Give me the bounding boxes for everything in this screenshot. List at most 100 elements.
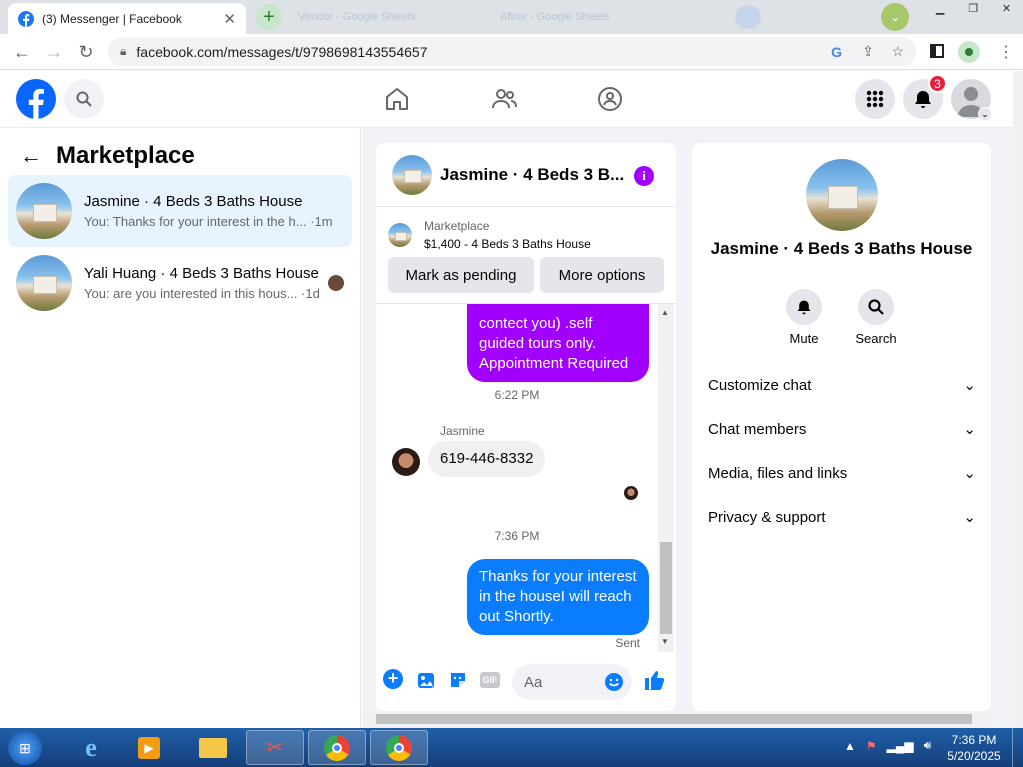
windows-taskbar: ⊞ e ▶ ✂ ▲ ⚑ ▂▄▆ 🔊︎ 7:36 PM 5/20/2025 xyxy=(0,728,1023,767)
tab-close-icon[interactable]: ✕ xyxy=(223,10,236,28)
marketplace-header: ← Marketplace xyxy=(20,142,195,170)
tab-vendor[interactable]: Vendor - Google Sheets xyxy=(298,8,415,26)
clock[interactable]: 7:36 PM 5/20/2025 xyxy=(940,732,1008,764)
minimize-icon[interactable]: ▁ xyxy=(936,2,944,18)
scroll-down-icon[interactable]: ▼ xyxy=(661,637,669,646)
chat-header[interactable]: Jasmine · 4 Beds 3 B... i xyxy=(376,143,676,207)
window-controls: ▁ ❐ ✕ xyxy=(924,2,1023,18)
seen-avatar xyxy=(624,486,638,500)
listing-summary[interactable]: Marketplace $1,400 - 4 Beds 3 Baths Hous… xyxy=(388,219,591,251)
start-button-icon[interactable]: ⊞ xyxy=(8,731,42,765)
mark-pending-button[interactable]: Mark as pending xyxy=(388,257,534,293)
menu-media-files-links[interactable]: Media, files and links ⌄ xyxy=(708,451,976,495)
network-icon[interactable]: ▂▄▆ xyxy=(887,739,914,753)
chat-info-panel: Jasmine · 4 Beds 3 Baths House Mute Sear… xyxy=(692,143,991,711)
more-options-button[interactable]: More options xyxy=(540,257,664,293)
conversation-name: Jasmine · 4 Beds 3 Baths House xyxy=(84,193,303,210)
info-icon[interactable]: i xyxy=(634,166,654,186)
sender-avatar[interactable] xyxy=(392,448,420,476)
sticker-icon[interactable] xyxy=(448,670,468,690)
media-player-icon[interactable]: ▶ xyxy=(120,730,178,765)
bookmark-star-icon[interactable]: ☆ xyxy=(891,43,904,60)
file-explorer-icon[interactable] xyxy=(184,730,242,765)
menu-grid-icon[interactable] xyxy=(855,79,895,119)
conversation-time: ·1m xyxy=(310,214,333,229)
mute-bell-icon xyxy=(786,289,822,325)
chevron-down-icon: ⌄ xyxy=(963,421,976,438)
forward-icon[interactable]: → xyxy=(42,40,66,64)
scroll-up-icon[interactable]: ▲ xyxy=(661,308,669,317)
outgoing-message[interactable]: contect you) .self guided tours only. Ap… xyxy=(467,304,649,382)
menu-customize-chat[interactable]: Customize chat ⌄ xyxy=(708,363,976,407)
like-thumb-icon[interactable] xyxy=(643,669,665,691)
conversation-item[interactable]: Jasmine · 4 Beds 3 Baths House You: Than… xyxy=(8,175,352,247)
back-arrow-icon[interactable]: ← xyxy=(20,143,42,169)
tab-messenger[interactable]: (3) Messenger | Facebook ✕ xyxy=(8,3,246,34)
menu-chat-members[interactable]: Chat members ⌄ xyxy=(708,407,976,451)
listing-source: Marketplace xyxy=(424,219,490,233)
facebook-logo-icon[interactable] xyxy=(16,79,56,119)
notification-badge: 3 xyxy=(928,74,947,93)
address-bar-row: ← → ↻ 🔒︎ facebook.com/messages/t/9798698… xyxy=(0,34,1023,70)
photo-icon[interactable] xyxy=(416,670,436,690)
page-scrollbar[interactable] xyxy=(1013,71,1023,728)
browser-menu-icon[interactable]: ⋮ xyxy=(998,42,1014,62)
system-tray: ▲ ⚑ ▂▄▆ 🔊︎ xyxy=(844,738,931,753)
profile-name: Jasmine · 4 Beds 3 Baths House xyxy=(710,239,973,258)
volume-icon[interactable]: 🔊︎ xyxy=(924,738,932,753)
reload-icon[interactable]: ↻ xyxy=(74,40,98,64)
message-input[interactable]: Aa xyxy=(512,664,632,700)
back-icon[interactable]: ← xyxy=(10,40,34,64)
google-icon[interactable]: G xyxy=(831,44,842,60)
conversation-time: ·1d xyxy=(301,286,320,301)
tray-expand-icon[interactable]: ▲ xyxy=(844,739,856,753)
url-field[interactable]: 🔒︎ facebook.com/messages/t/9798698143554… xyxy=(108,37,916,66)
add-plus-icon[interactable]: + xyxy=(383,669,403,689)
profile-avatar[interactable] xyxy=(806,159,878,231)
close-window-icon[interactable]: ✕ xyxy=(1002,2,1011,18)
chrome-profile-m-icon[interactable] xyxy=(308,730,366,765)
scroll-thumb[interactable] xyxy=(660,542,672,634)
incoming-message[interactable]: 619-446-8332 xyxy=(428,441,546,477)
groups-icon[interactable] xyxy=(597,86,623,112)
read-receipt-avatar xyxy=(328,275,344,291)
chat-avatar xyxy=(392,154,432,195)
snipping-tool-icon[interactable]: ✂ xyxy=(246,730,304,765)
emoji-icon[interactable] xyxy=(604,672,624,692)
listing-description: $1,400 - 4 Beds 3 Baths House xyxy=(424,237,591,251)
menu-label: Chat members xyxy=(708,420,807,438)
clock-date: 5/20/2025 xyxy=(947,749,1001,763)
side-panel-icon[interactable] xyxy=(930,44,944,58)
profile-tab-icon xyxy=(735,5,761,29)
friends-icon[interactable] xyxy=(491,86,517,112)
outgoing-message[interactable]: Thanks for your interest in the houseI w… xyxy=(467,559,649,635)
horizontal-scroll-thumb[interactable] xyxy=(376,714,972,724)
listing-avatar xyxy=(16,255,72,311)
menu-privacy-support[interactable]: Privacy & support ⌄ xyxy=(708,495,976,539)
chrome-icon[interactable] xyxy=(370,730,428,765)
home-icon[interactable] xyxy=(384,86,410,112)
chevron-down-icon: ⌄ xyxy=(963,465,976,482)
messages-scrollbar[interactable]: ▲ ▼ xyxy=(658,304,674,652)
search-conversation-button[interactable]: Search xyxy=(854,289,898,346)
share-icon[interactable]: ⇪ xyxy=(862,43,874,60)
gif-icon[interactable]: GIF xyxy=(480,672,500,688)
new-tab-button[interactable]: + xyxy=(256,4,282,30)
internet-explorer-icon[interactable]: e xyxy=(62,730,120,765)
profile-icon[interactable] xyxy=(958,41,980,63)
conversation-item[interactable]: Yali Huang · 4 Beds 3 Baths House You: a… xyxy=(8,247,352,319)
horizontal-scrollbar[interactable] xyxy=(362,712,990,726)
action-center-icon[interactable]: ⚑ xyxy=(866,739,877,753)
conversation-last-message: You: are you interested in this hous... xyxy=(84,286,298,301)
tab-aftrer[interactable]: Aftrer - Google Sheets xyxy=(500,8,609,26)
account-chevron-icon[interactable]: ⌄ xyxy=(978,107,992,121)
show-desktop-button[interactable] xyxy=(1012,728,1023,767)
search-icon xyxy=(858,289,894,325)
mute-button[interactable]: Mute xyxy=(782,289,826,346)
sender-name: Jasmine xyxy=(440,424,485,438)
fb-search-icon[interactable] xyxy=(64,79,104,119)
maximize-icon[interactable]: ❐ xyxy=(968,2,978,18)
tab-search-chevron-icon[interactable]: ⌄ xyxy=(881,3,909,31)
lock-icon: 🔒︎ xyxy=(120,44,127,58)
menu-label: Media, files and links xyxy=(708,464,848,482)
